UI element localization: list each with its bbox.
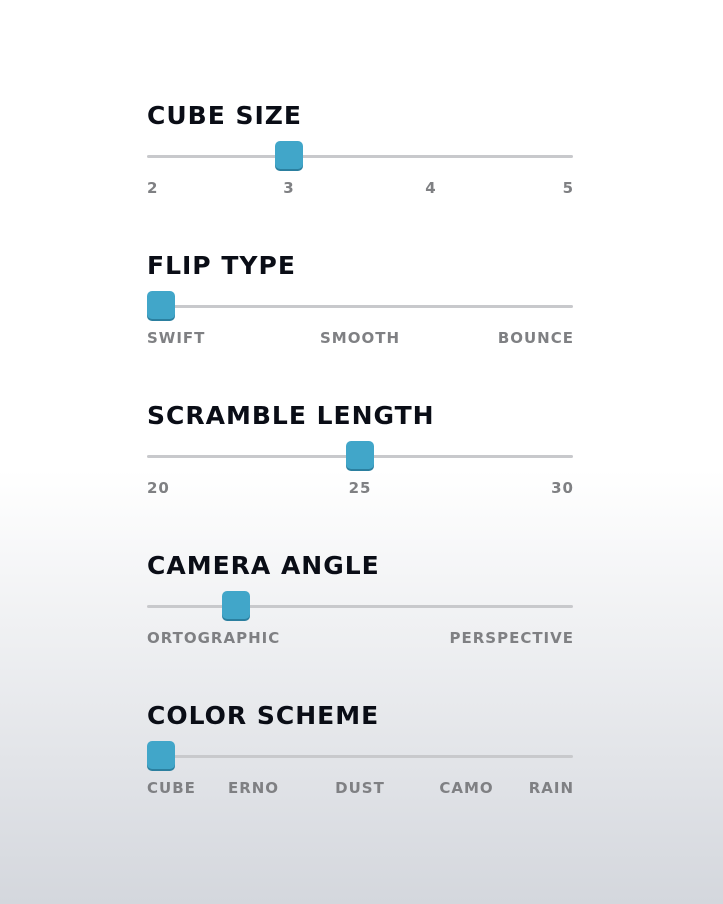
option-label-5[interactable]: 5 <box>563 179 574 197</box>
scramble-length-options: 20 25 30 <box>147 479 573 499</box>
setting-title: Flip Type <box>147 251 296 280</box>
cube-size-options: 2 3 4 5 <box>147 179 573 199</box>
flip-type-slider-thumb[interactable] <box>147 291 175 319</box>
option-label-dust[interactable]: Dust <box>335 779 385 797</box>
option-label-2[interactable]: 2 <box>147 179 158 197</box>
setting-flip-type: Flip Type Swift Smooth Bounce <box>147 250 573 400</box>
color-scheme-slider-track[interactable] <box>147 741 573 769</box>
flip-type-options: Swift Smooth Bounce <box>147 329 573 349</box>
settings-panel: Cube Size 2 3 4 5 Flip Type Swift Smooth Boun… <box>147 100 573 850</box>
cube-size-slider-track[interactable] <box>147 141 573 169</box>
option-label-cube[interactable]: Cube <box>147 779 196 797</box>
option-label-camo[interactable]: Camo <box>439 779 493 797</box>
option-label-30[interactable]: 30 <box>551 479 574 497</box>
setting-title: Color Scheme <box>147 701 380 730</box>
setting-cube-size: Cube Size 2 3 4 5 <box>147 100 573 250</box>
flip-type-slider-track[interactable] <box>147 291 573 319</box>
option-label-erno[interactable]: Erno <box>228 779 279 797</box>
cube-size-slider-thumb[interactable] <box>275 141 303 169</box>
camera-angle-slider-thumb[interactable] <box>222 591 251 619</box>
option-label-3[interactable]: 3 <box>283 179 294 197</box>
color-scheme-slider-thumb[interactable] <box>147 741 175 769</box>
setting-color-scheme: Color Scheme Cube Erno Dust Camo Rain <box>147 700 573 850</box>
color-scheme-options: Cube Erno Dust Camo Rain <box>147 779 573 799</box>
setting-title: Camera Angle <box>147 551 380 580</box>
scramble-length-slider-thumb[interactable] <box>346 441 374 469</box>
setting-title: Scramble Length <box>147 401 435 430</box>
option-label-20[interactable]: 20 <box>147 479 170 497</box>
setting-scramble-length: Scramble Length 20 25 30 <box>147 400 573 550</box>
camera-angle-slider-track[interactable] <box>147 591 573 619</box>
option-label-smooth[interactable]: Smooth <box>320 329 400 347</box>
option-label-swift[interactable]: Swift <box>147 329 205 347</box>
option-label-4[interactable]: 4 <box>425 179 436 197</box>
option-label-bounce[interactable]: Bounce <box>498 329 574 347</box>
camera-angle-options: Ortographic Perspective <box>147 629 573 649</box>
option-label-25[interactable]: 25 <box>349 479 372 497</box>
option-label-perspective[interactable]: Perspective <box>449 629 574 647</box>
option-label-rain[interactable]: Rain <box>529 779 574 797</box>
option-label-ortographic[interactable]: Ortographic <box>147 629 280 647</box>
scramble-length-slider-track[interactable] <box>147 441 573 469</box>
setting-camera-angle: Camera Angle Ortographic Perspective <box>147 550 573 700</box>
setting-title: Cube Size <box>147 101 302 130</box>
